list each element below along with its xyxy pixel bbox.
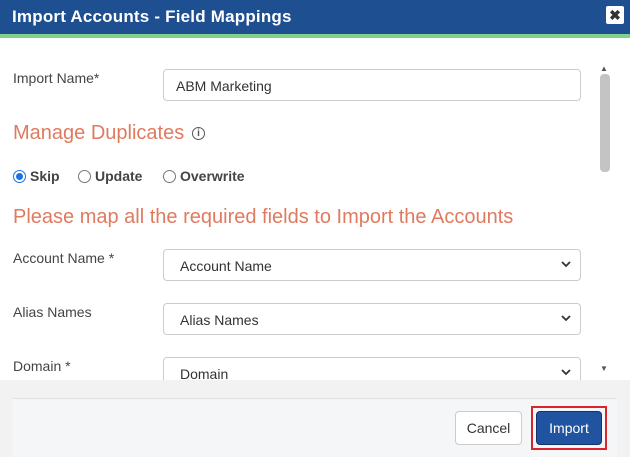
close-icon[interactable]: ✖ [606,6,624,24]
body-scrollbar[interactable]: ▲ ▼ [598,38,612,380]
dialog-body[interactable]: Import Name* ABM Marketing Manage Duplic… [0,38,630,380]
import-name-value: ABM Marketing [176,78,272,94]
radio-update-dot[interactable] [78,169,91,183]
dialog-title: Import Accounts - Field Mappings [12,7,292,26]
alias-names-select[interactable]: Alias Names [163,303,581,335]
mapping-heading: Please map all the required fields to Im… [13,206,514,228]
account-name-label: Account Name * [13,250,115,266]
info-icon[interactable]: i [192,127,205,140]
radio-skip-label: Skip [30,168,60,184]
alias-names-selected: Alias Names [180,312,259,328]
domain-select[interactable]: Domain [163,357,581,380]
radio-overwrite-dot[interactable] [163,169,176,183]
import-button[interactable]: Import [536,411,602,445]
domain-selected: Domain [180,366,229,380]
chevron-down-icon [561,369,571,376]
radio-skip[interactable]: Skip [13,168,60,184]
alias-names-label: Alias Names [13,304,92,320]
dialog-titlebar: Import Accounts - Field Mappings ✖ [0,0,630,34]
chevron-down-icon [561,315,571,322]
dialog-footer: Cancel Import [13,398,617,457]
radio-update[interactable]: Update [78,168,142,184]
account-name-selected: Account Name [180,258,272,274]
import-name-input[interactable]: ABM Marketing [163,69,581,101]
chevron-down-icon [561,261,571,268]
account-name-select[interactable]: Account Name [163,249,581,281]
radio-update-label: Update [95,168,143,184]
radio-overwrite-label: Overwrite [180,168,245,184]
manage-duplicates-heading: Manage Duplicates [13,122,185,144]
scroll-down-icon[interactable]: ▼ [600,364,608,373]
radio-overwrite[interactable]: Overwrite [163,168,245,184]
cancel-button[interactable]: Cancel [455,411,522,445]
scroll-up-icon[interactable]: ▲ [600,64,608,73]
radio-skip-dot[interactable] [13,169,26,183]
domain-label: Domain * [13,358,71,374]
import-name-label: Import Name* [13,70,100,86]
scrollbar-thumb[interactable] [600,74,610,172]
